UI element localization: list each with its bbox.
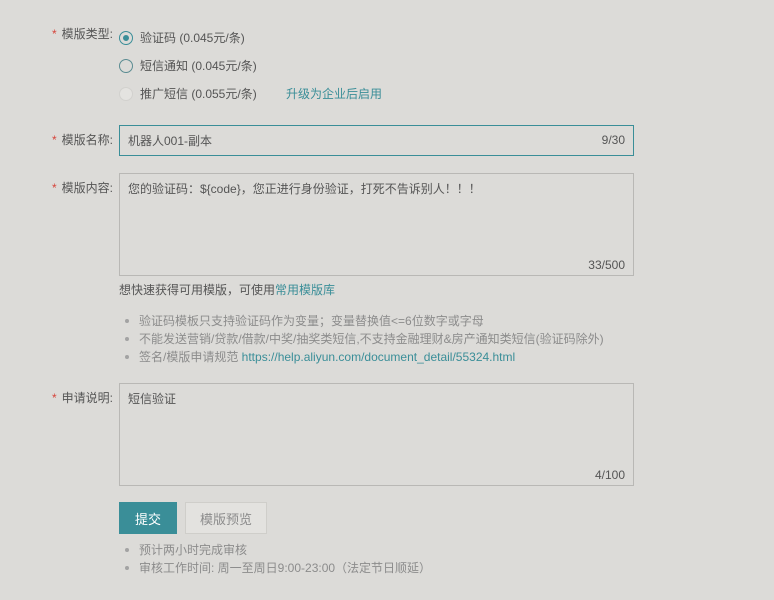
upgrade-enterprise-link[interactable]: 升级为企业后启用 — [286, 86, 382, 102]
review-notes-list: 预计两小时完成审核 审核工作时间: 周一至周日9:00-23:00（法定节日顺延… — [119, 541, 431, 577]
template-type-label: * 模版类型: — [0, 26, 113, 42]
template-content-textarea[interactable]: 您的验证码：${code}，您正进行身份验证，打死不告诉别人！！！ — [119, 173, 634, 276]
template-type-label-text: 模版类型: — [61, 27, 113, 41]
rule-text: 签名/模版申请规范 — [139, 350, 242, 364]
review-note-text: 审核工作时间: 周一至周日9:00-23:00（法定节日顺延） — [139, 561, 432, 575]
char-counter: 9/30 — [601, 133, 625, 147]
review-note-text: 预计两小时完成审核 — [139, 543, 248, 557]
template-content-textarea-wrapper: 您的验证码：${code}，您正进行身份验证，打死不告诉别人！！！ 33/500 — [119, 173, 634, 276]
radio-option-promotion: 推广短信 (0.055元/条) — [119, 86, 257, 102]
sms-template-form: * 模版类型: 验证码 (0.045元/条) 短信通知 (0.045元/条) 推广… — [0, 0, 774, 600]
radio-option-notification[interactable]: 短信通知 (0.045元/条) — [119, 58, 257, 74]
required-mark: * — [51, 391, 57, 405]
char-counter: 33/500 — [588, 258, 625, 272]
template-library-link[interactable]: 常用模版库 — [275, 283, 335, 297]
bullet-dot — [125, 319, 129, 323]
application-note-label: * 申请说明: — [0, 390, 113, 406]
application-note-textarea[interactable]: 短信验证 — [119, 383, 634, 486]
list-item: 签名/模版申请规范 https://help.aliyun.com/docume… — [119, 348, 604, 366]
required-mark: * — [51, 27, 57, 41]
radio-option-label: 短信通知 (0.045元/条) — [140, 59, 257, 73]
application-note-textarea-wrapper: 短信验证 4/100 — [119, 383, 634, 486]
radio-option-verification-code[interactable]: 验证码 (0.045元/条) — [119, 30, 245, 46]
template-name-label-text: 模版名称: — [61, 133, 113, 147]
template-content-label-text: 模版内容: — [61, 181, 113, 195]
list-item: 验证码模板只支持验证码作为变量；变量替换值<=6位数字或字母 — [119, 312, 604, 330]
template-content-label: * 模版内容: — [0, 180, 113, 196]
list-item: 预计两小时完成审核 — [119, 541, 431, 559]
required-mark: * — [51, 133, 57, 147]
template-rules-list: 验证码模板只支持验证码作为变量；变量替换值<=6位数字或字母 不能发送营销/贷款… — [119, 312, 604, 366]
hint-text: 想快速获得可用模版，可使用 — [119, 283, 276, 297]
bullet-dot — [125, 566, 129, 570]
submit-button[interactable]: 提交 — [119, 502, 177, 534]
list-item: 不能发送营销/贷款/借款/中奖/抽奖类短信,不支持金融理财&房产通知类短信(验证… — [119, 330, 604, 348]
radio-button-disabled — [119, 87, 133, 101]
required-mark: * — [51, 181, 57, 195]
bullet-dot — [125, 337, 129, 341]
template-name-input-wrapper: 9/30 — [119, 125, 634, 156]
radio-option-label: 推广短信 (0.055元/条) — [140, 87, 257, 101]
radio-button[interactable] — [119, 59, 133, 73]
template-name-label: * 模版名称: — [0, 132, 113, 148]
template-preview-button[interactable]: 模版预览 — [185, 502, 267, 534]
template-name-input[interactable] — [119, 125, 634, 156]
bullet-dot — [125, 355, 129, 359]
rule-text: 不能发送营销/贷款/借款/中奖/抽奖类短信,不支持金融理财&房产通知类短信(验证… — [139, 332, 604, 346]
bullet-dot — [125, 548, 129, 552]
template-library-hint: 想快速获得可用模版，可使用常用模版库 — [119, 282, 335, 298]
radio-option-label: 验证码 (0.045元/条) — [140, 31, 245, 45]
rule-text: 验证码模板只支持验证码作为变量；变量替换值<=6位数字或字母 — [139, 314, 484, 328]
char-counter: 4/100 — [594, 468, 625, 482]
application-note-label-text: 申请说明: — [61, 391, 113, 405]
help-doc-link[interactable]: https://help.aliyun.com/document_detail/… — [242, 350, 516, 364]
radio-button[interactable] — [119, 31, 133, 45]
list-item: 审核工作时间: 周一至周日9:00-23:00（法定节日顺延） — [119, 559, 431, 577]
